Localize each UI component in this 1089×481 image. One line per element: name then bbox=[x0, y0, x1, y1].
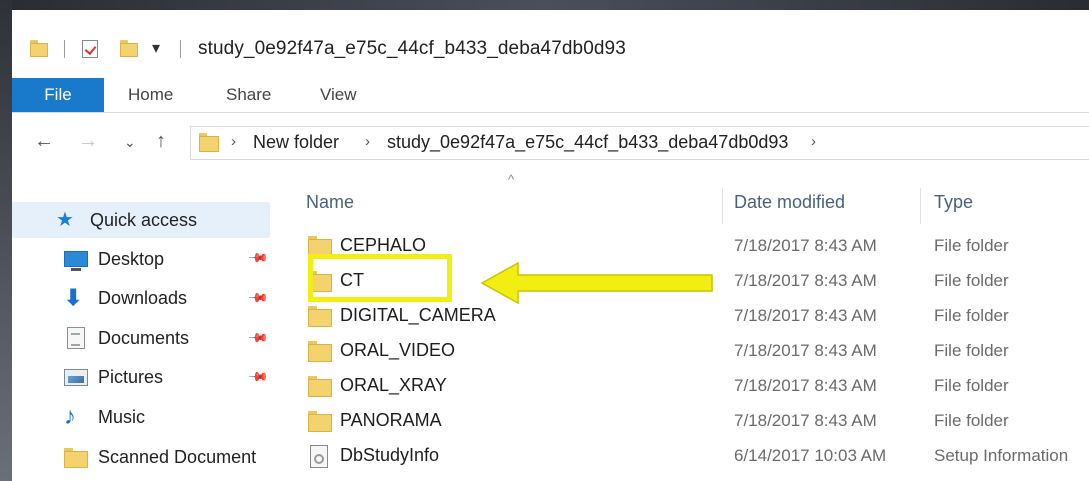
sidebar-item-label: Pictures bbox=[98, 366, 164, 387]
file-type: File folder bbox=[934, 376, 1009, 395]
arrow-icon bbox=[480, 261, 713, 305]
new-folder-icon[interactable] bbox=[120, 40, 138, 58]
file-date: 7/18/2017 8:43 AM bbox=[734, 411, 877, 430]
download-icon: ⬇ bbox=[64, 285, 83, 310]
pin-icon[interactable]: 📌 bbox=[247, 366, 269, 389]
sidebar-item-label: Music bbox=[98, 406, 146, 427]
folder-icon bbox=[308, 306, 332, 328]
table-row[interactable]: DbStudyInfo 6/14/2017 10:03 AM Setup Inf… bbox=[298, 440, 1089, 474]
window-title: study_0e92f47a_e75c_44cf_b433_deba47db0d… bbox=[198, 38, 626, 59]
sidebar-item-music[interactable]: ♪ Music bbox=[64, 402, 145, 432]
file-date: 7/18/2017 8:43 AM bbox=[734, 376, 877, 395]
annotation-arrow bbox=[480, 261, 713, 305]
recent-locations-button[interactable]: ⌄ bbox=[124, 134, 136, 151]
file-date: 7/18/2017 8:43 AM bbox=[734, 341, 877, 360]
file-name: CEPHALO bbox=[340, 235, 427, 255]
file-type: File folder bbox=[934, 341, 1009, 360]
pictures-icon bbox=[64, 366, 88, 388]
file-type: File folder bbox=[934, 306, 1009, 325]
file-date: 7/18/2017 8:43 AM bbox=[734, 271, 877, 290]
file-date: 6/14/2017 10:03 AM bbox=[734, 446, 887, 465]
file-name: ORAL_VIDEO bbox=[340, 340, 456, 360]
tab-view[interactable]: View bbox=[320, 85, 357, 105]
tab-share[interactable]: Share bbox=[226, 85, 271, 105]
table-row[interactable]: ORAL_XRAY 7/18/2017 8:43 AM File folder bbox=[298, 370, 1089, 404]
desktop-icon bbox=[64, 248, 88, 271]
sidebar-item-label: Scanned Document bbox=[98, 446, 257, 467]
breadcrumb-separator[interactable]: › bbox=[811, 133, 816, 150]
sort-ascending-icon: ^ bbox=[508, 172, 515, 187]
window-frame-left bbox=[0, 0, 12, 481]
tab-file[interactable]: File bbox=[12, 78, 104, 112]
table-row[interactable]: PANORAMA 7/18/2017 8:43 AM File folder bbox=[298, 405, 1089, 439]
file-explorer-window: ▾ study_0e92f47a_e75c_44cf_b433_deba47db… bbox=[12, 10, 1089, 481]
breadcrumb-separator[interactable]: › bbox=[365, 133, 370, 150]
sidebar-item-quick-access[interactable]: ★ Quick access bbox=[12, 202, 270, 238]
file-date: 7/18/2017 8:43 AM bbox=[734, 306, 877, 325]
pin-icon[interactable]: 📌 bbox=[247, 287, 269, 310]
setup-file-icon bbox=[310, 445, 328, 468]
sidebar-item-label: Documents bbox=[98, 327, 190, 348]
table-row[interactable]: ORAL_VIDEO 7/18/2017 8:43 AM File folder bbox=[298, 335, 1089, 369]
file-name: DbStudyInfo bbox=[340, 445, 440, 465]
star-icon: ★ bbox=[56, 209, 74, 231]
pin-icon[interactable]: 📌 bbox=[247, 327, 269, 350]
column-header-date-modified[interactable]: Date modified bbox=[734, 192, 845, 213]
pin-icon[interactable]: 📌 bbox=[247, 247, 269, 270]
toolbar-separator bbox=[180, 40, 181, 58]
music-icon: ♪ bbox=[64, 403, 76, 430]
address-bar[interactable]: › New folder › study_0e92f47a_e75c_44cf_… bbox=[190, 126, 1089, 160]
file-type: File folder bbox=[934, 271, 1009, 290]
sidebar-item-desktop[interactable]: Desktop bbox=[64, 244, 164, 274]
breadcrumb-study-folder[interactable]: study_0e92f47a_e75c_44cf_b433_deba47db0d… bbox=[387, 132, 788, 153]
column-divider[interactable] bbox=[722, 188, 723, 224]
toolbar-separator bbox=[64, 40, 65, 58]
properties-icon[interactable] bbox=[82, 40, 98, 58]
sidebar-item-documents[interactable]: Documents bbox=[64, 323, 189, 353]
navigation-pane: ★ Quick access Desktop 📌 ⬇ Downloads 📌 D… bbox=[12, 180, 282, 481]
folder-icon bbox=[199, 133, 219, 153]
file-date: 7/18/2017 8:43 AM bbox=[734, 236, 877, 255]
up-button[interactable]: ↑ bbox=[156, 130, 166, 153]
folder-icon bbox=[308, 376, 332, 398]
window-frame-top bbox=[0, 0, 1089, 10]
back-button[interactable]: ← bbox=[34, 130, 54, 153]
file-name: ORAL_XRAY bbox=[340, 375, 447, 395]
file-type: File folder bbox=[934, 236, 1009, 255]
customize-toolbar-dropdown[interactable]: ▾ bbox=[152, 38, 160, 58]
documents-icon bbox=[64, 327, 88, 349]
breadcrumb-separator[interactable]: › bbox=[231, 133, 236, 150]
file-type: File folder bbox=[934, 411, 1009, 430]
sidebar-item-pictures[interactable]: Pictures bbox=[64, 362, 163, 392]
sidebar-item-downloads[interactable]: ⬇ Downloads bbox=[64, 283, 187, 313]
folder-icon bbox=[308, 411, 332, 433]
column-divider[interactable] bbox=[920, 188, 921, 224]
folder-icon bbox=[64, 446, 88, 468]
sidebar-item-label: Downloads bbox=[98, 287, 188, 308]
file-list: ^ Name Date modified Type CEPHALO 7/18/2… bbox=[298, 170, 1089, 481]
sidebar-item-label: Desktop bbox=[98, 248, 165, 269]
navigation-bar: ← → ⌄ ↑ › New folder › study_0e92f47a_e7… bbox=[12, 118, 1089, 166]
column-header-type[interactable]: Type bbox=[934, 192, 973, 213]
folder-icon[interactable] bbox=[30, 40, 48, 58]
sidebar-item-scanned-document[interactable]: Scanned Document bbox=[64, 442, 256, 472]
forward-button[interactable]: → bbox=[78, 130, 98, 153]
column-header-name[interactable]: Name bbox=[306, 192, 354, 213]
breadcrumb-new-folder[interactable]: New folder bbox=[253, 132, 339, 153]
file-name: PANORAMA bbox=[340, 410, 442, 430]
title-bar: ▾ study_0e92f47a_e75c_44cf_b433_deba47db… bbox=[12, 10, 1089, 74]
highlight-box bbox=[308, 254, 452, 302]
file-name: DIGITAL_CAMERA bbox=[340, 305, 496, 325]
ribbon-tabs: File Home Share View bbox=[12, 78, 1089, 113]
file-type: Setup Information bbox=[934, 446, 1069, 465]
tab-home[interactable]: Home bbox=[128, 85, 173, 105]
sidebar-item-label: Quick access bbox=[90, 209, 198, 230]
folder-icon bbox=[308, 341, 332, 363]
